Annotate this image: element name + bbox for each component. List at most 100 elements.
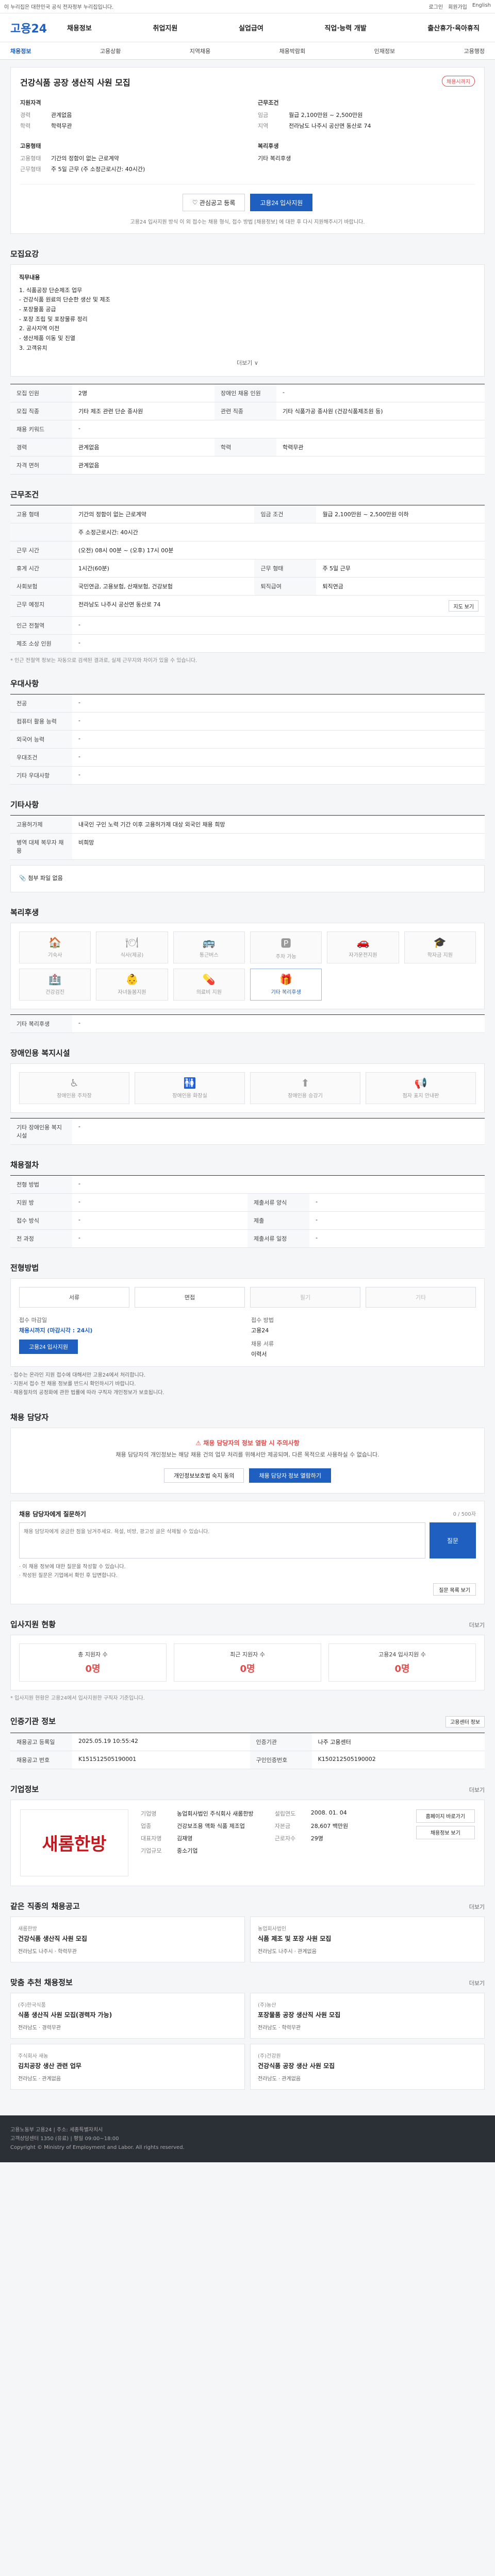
gnb-item-training[interactable]: 직업·능력 개발 bbox=[324, 23, 366, 32]
summary-employment-heading: 고용형태 bbox=[20, 143, 41, 149]
table-value: 내국인 구인 노력 기간 이후 고용허가제 대상 외국인 채용 희망 bbox=[72, 815, 485, 834]
list-item[interactable]: (주)농산 포장물품 공장 생산직 사원 모집 전라남도 · 학력무관 bbox=[250, 1992, 485, 2039]
apply-button[interactable]: 고용24 입사지원 bbox=[250, 194, 313, 211]
gnb-item-employment-support[interactable]: 취업지원 bbox=[153, 23, 177, 32]
table-row: 채용공고 등록일 2025.05.19 10:55:42 인증기관 나주 고용센터 bbox=[10, 1733, 485, 1751]
list-item[interactable]: 주식회사 새농 김치공장 생산 관련 업무 전라남도 · 관계없음 bbox=[10, 2043, 245, 2090]
stat-label: 고용24 입사지원 수 bbox=[378, 1651, 426, 1658]
stats-more-link[interactable]: 더보기 bbox=[469, 1621, 485, 1629]
language-link[interactable]: English bbox=[472, 3, 491, 10]
gnb-item-jobs[interactable]: 채용정보 bbox=[67, 23, 92, 32]
summary-value: 관계없음 bbox=[51, 112, 72, 118]
summary-key: 고용형태 bbox=[20, 155, 41, 162]
subnav-item-jobs[interactable]: 채용정보 bbox=[10, 47, 31, 55]
rec-title: 건강식품 생산직 사원 모집 bbox=[18, 1935, 87, 1942]
table-value: - bbox=[309, 1193, 485, 1212]
map-button[interactable]: 지도 보기 bbox=[449, 600, 478, 612]
qna-list-button[interactable]: 질문 목록 보기 bbox=[433, 1583, 476, 1596]
pill-icon: 💊 bbox=[202, 973, 216, 986]
method-notes: · 접수는 온라인 지원 접수에 대해서만 고용24에서 처리합니다. · 지원… bbox=[10, 1371, 485, 1397]
table-value: 기간의 정함이 없는 근로계약 bbox=[72, 505, 255, 524]
similar-more-link[interactable]: 더보기 bbox=[469, 1903, 485, 1911]
stat-item: 최근 지원자 수 0명 bbox=[174, 1643, 321, 1682]
list-item[interactable]: 농업회사법인 식품 제조 및 포장 사원 모집 전라남도 나주시 · 관계없음 bbox=[250, 1916, 485, 1962]
corp-jobs-button[interactable]: 채용정보 보기 bbox=[416, 1825, 475, 1839]
table-key: 고용 형태 bbox=[10, 505, 72, 524]
table-key bbox=[10, 523, 72, 542]
desc-line: 2. 공사지역 이전 bbox=[19, 325, 60, 332]
desc-heading: 직무내용 bbox=[19, 274, 40, 281]
table-row: 컴퓨터 활용 능력 - bbox=[10, 712, 485, 731]
table-value: K150212505190002 bbox=[311, 1751, 485, 1769]
scrap-button[interactable]: ♡ 관심공고 등록 bbox=[182, 194, 245, 211]
welfare-label: 주차 가능 bbox=[275, 954, 296, 960]
desc-more-button[interactable]: 더보기 ∨ bbox=[19, 359, 476, 368]
center-info-button[interactable]: 고용센터 정보 bbox=[446, 1716, 485, 1727]
list-item[interactable]: (주)건강원 건강식품 공장 생산 사원 모집 전라남도 · 관계없음 bbox=[250, 2043, 485, 2090]
subnav-item-region[interactable]: 지역채용 bbox=[190, 47, 210, 55]
table-value: 퇴직연금 bbox=[316, 577, 485, 596]
baby-icon: 👶 bbox=[125, 973, 139, 986]
subnav-item-talent[interactable]: 인재정보 bbox=[374, 47, 395, 55]
subnav-item-admin[interactable]: 고용행정 bbox=[464, 47, 485, 55]
corp-box: 새롬한방 기업명 농업회사법인 주식회사 새롬한방 설립연도 2008. 01. 04… bbox=[10, 1799, 485, 1886]
corp-key: 설립연도 bbox=[274, 1810, 296, 1817]
preference-table: 전공 - 컴퓨터 활용 능력 - 외국어 능력 - 우대조건 - 기타 우대사항 - bbox=[10, 694, 485, 785]
table-value: - bbox=[309, 1229, 485, 1248]
table-value: 학력무관 bbox=[276, 438, 485, 457]
job-description: 직무내용 1. 식품공장 단순제조 업무 - 건강식품 원료의 단순한 생산 및… bbox=[10, 264, 485, 377]
table-key: 모집 직종 bbox=[10, 402, 72, 421]
rec-title: 포장물품 공장 생산직 사원 모집 bbox=[258, 2011, 341, 2019]
table-value: K151512505190001 bbox=[72, 1751, 250, 1769]
table-value: 전라남도 나주시 공산면 동산로 74 지도 보기 bbox=[72, 595, 485, 617]
privacy-agree-button[interactable]: 개인정보보호법 숙지 동의 bbox=[164, 1468, 244, 1483]
subnav-item-fair[interactable]: 채용박람회 bbox=[279, 47, 306, 55]
qna-textarea[interactable] bbox=[19, 1522, 425, 1559]
method-label: 접수 방법 bbox=[251, 1316, 274, 1324]
table-key: 전 과정 bbox=[10, 1229, 72, 1248]
homepage-button[interactable]: 홈페이지 바로가기 bbox=[416, 1809, 475, 1823]
subnav-item-status[interactable]: 고용상황 bbox=[100, 47, 121, 55]
note-line: · 작성된 질문은 기업에서 확인 후 답변합니다. bbox=[19, 1573, 118, 1579]
table-row: 사회보험 국민연금, 고용보험, 산재보험, 건강보험 퇴직급여 퇴직연금 bbox=[10, 577, 485, 596]
section-title-recommend: 맞춤 추천 채용정보 bbox=[10, 1977, 73, 1987]
table-value: 국민연금, 고용보험, 산재보험, 건강보험 bbox=[72, 577, 255, 596]
qna-submit-button[interactable]: 질문 bbox=[430, 1522, 476, 1559]
stat-item: 고용24 입사지원 수 0명 bbox=[328, 1643, 476, 1682]
qna-box: 채용 담당자에게 질문하기 0 / 500자 질문 · 이 채용 정보에 대한 … bbox=[10, 1501, 485, 1605]
summary-qualification: 지원자격 경력 관계없음 학력 학력무관 bbox=[20, 98, 237, 132]
recommend-more-link[interactable]: 더보기 bbox=[469, 1979, 485, 1987]
paperclip-icon: 📎 bbox=[19, 875, 28, 882]
rec-company: (주)한국식품 bbox=[18, 2002, 46, 2008]
table-row: 채용공고 번호 K151512505190001 구인인증번호 K1502125051… bbox=[10, 1751, 485, 1769]
section-title-disabled: 장애인용 복지시설 bbox=[10, 1048, 70, 1058]
site-logo[interactable]: 고용24 bbox=[10, 20, 67, 36]
table-value: 1시간(60분) bbox=[72, 559, 255, 578]
welfare-item: 🏠 기숙사 bbox=[19, 931, 91, 963]
method-step-document: 서류 bbox=[19, 1286, 129, 1308]
section-title-etc: 기타사항 bbox=[10, 800, 39, 810]
table-key: 기타 장애인용 복지시설 bbox=[10, 1118, 72, 1145]
desc-line: - 포장물품 공급 bbox=[19, 306, 56, 313]
stat-number: 0명 bbox=[240, 1664, 255, 1675]
login-link[interactable]: 로그인 bbox=[428, 3, 443, 10]
table-row: 주 소정근로시간: 40시간 bbox=[10, 523, 485, 542]
desc-line: 3. 고객유치 bbox=[19, 344, 47, 351]
attachment-text: 첨부 파일 없음 bbox=[28, 875, 63, 882]
table-value: 기타 제조 관련 단순 종사원 bbox=[72, 402, 214, 421]
gnb-item-leave[interactable]: 출산휴가·육아휴직 bbox=[427, 23, 480, 32]
table-value: 2명 bbox=[72, 384, 214, 403]
table-row: 제조 소상 인원 - bbox=[10, 634, 485, 653]
corp-more-link[interactable]: 더보기 bbox=[469, 1786, 485, 1794]
signup-link[interactable]: 회원가입 bbox=[448, 3, 467, 10]
gnb-item-unemployment[interactable]: 실업급여 bbox=[239, 23, 263, 32]
table-value: - bbox=[309, 1211, 485, 1230]
list-item[interactable]: 새롬한방 건강식품 생산직 사원 모집 전라남도 나주시 · 학력무관 bbox=[10, 1916, 245, 1962]
restroom-icon: 🚻 bbox=[183, 1077, 196, 1090]
list-item[interactable]: (주)한국식품 식품 생산직 사원 모집(경력자 가능) 전라남도 · 경력무관 bbox=[10, 1992, 245, 2039]
apply-button-secondary[interactable]: 고용24 입사지원 bbox=[19, 1339, 78, 1354]
welfare-extra-table: 기타 복리후생 - bbox=[10, 1014, 485, 1033]
table-key: 인근 전철역 bbox=[10, 616, 72, 635]
welfare-item: 🏥 건강검진 bbox=[19, 968, 91, 1001]
view-contact-button[interactable]: 채용 담당자 정보 열람하기 bbox=[249, 1468, 331, 1483]
